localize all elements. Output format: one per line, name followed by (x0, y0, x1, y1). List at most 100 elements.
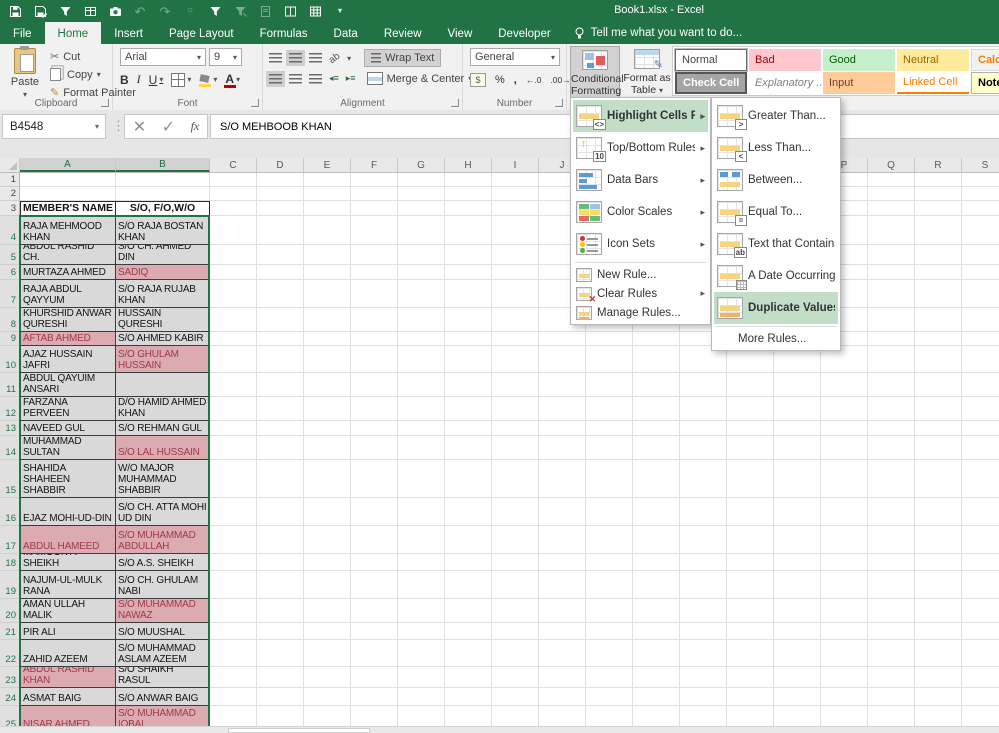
cell-A2[interactable] (20, 187, 116, 201)
cell-B8[interactable]: S/O ALTAF HUSSAIN QURESHI (116, 308, 210, 332)
row-header-4[interactable]: 4 (0, 216, 20, 245)
cell-B21[interactable]: S/O MUUSHAL (116, 623, 210, 640)
align-right-button[interactable] (309, 73, 322, 84)
name-box-dropdown-icon[interactable]: ▾ (89, 122, 105, 131)
cell-B7[interactable]: S/O RAJA RUJAB KHAN (116, 280, 210, 308)
cell-A12[interactable]: FARZANA PERVEEN (20, 397, 116, 421)
cell-B19[interactable]: S/O CH. GHULAM NABI (116, 571, 210, 599)
empty-cells-row-14[interactable] (210, 436, 999, 460)
align-top-button[interactable] (269, 53, 282, 63)
redo-icon[interactable]: ↷ (158, 4, 172, 18)
clipboard-dialog-launcher-icon[interactable] (101, 99, 109, 107)
orientation-button[interactable]: ab (327, 50, 342, 65)
empty-cells-row-17[interactable] (210, 526, 999, 554)
tab-file[interactable]: File (0, 22, 45, 44)
cell-B3[interactable]: S/O, F/O,W/O (116, 201, 210, 216)
tab-insert[interactable]: Insert (101, 22, 156, 44)
row-header-6[interactable]: 6 (0, 265, 20, 280)
column-header-S[interactable]: S (962, 158, 999, 172)
cell-B17[interactable]: S/O MUHAMMAD ABDULLAH (116, 526, 210, 554)
cell-B11[interactable] (116, 373, 210, 397)
bottom-scrollbar-strip[interactable] (0, 726, 999, 733)
cell-B14[interactable]: S/O LAL HUSSAIN (116, 436, 210, 460)
style-note[interactable]: Note (971, 72, 999, 94)
row-header-10[interactable]: 10 (0, 346, 20, 373)
cell-A20[interactable]: AMAN ULLAH MALIK (20, 599, 116, 623)
cell-A6[interactable]: MURTAZA AHMED (20, 265, 116, 280)
cell-A11[interactable]: ABDUL QAYUIM ANSARI (20, 373, 116, 397)
column-header-B[interactable]: B (116, 158, 210, 172)
row-header-16[interactable]: 16 (0, 498, 20, 526)
align-bottom-button[interactable] (309, 53, 322, 63)
borders-icon[interactable] (83, 4, 97, 18)
font-size-combo[interactable]: 9 ▾ (209, 48, 242, 66)
tab-view[interactable]: View (435, 22, 486, 44)
cell-A8[interactable]: KHURSHID ANWAR QURESHI (20, 308, 116, 332)
empty-cells-row-22[interactable] (210, 640, 999, 667)
cancel-entry-icon[interactable]: ✕ (133, 117, 146, 137)
save-icon[interactable] (8, 4, 22, 18)
paste-button[interactable]: Paste ▾ (4, 46, 46, 104)
cell-A23[interactable]: ABDUL RASHID KHAN (20, 667, 116, 688)
wrap-text-button[interactable]: Wrap Text (364, 49, 442, 67)
menu-item-between[interactable]: Between... (714, 164, 838, 196)
cell-A3[interactable]: MEMBER'S NAME (20, 201, 116, 216)
camera-icon[interactable] (108, 4, 122, 18)
cell-A4[interactable]: RAJA MEHMOOD KHAN (20, 216, 116, 245)
menu-item-less-than[interactable]: < Less Than... (714, 132, 838, 164)
percent-style-button[interactable]: % (495, 74, 505, 86)
column-header-Q[interactable]: Q (868, 158, 915, 172)
menu-item-clear-rules[interactable]: ✕ Clear Rules ▸ (573, 284, 708, 303)
style-explanatory[interactable]: Explanatory ... (749, 72, 821, 94)
row-header-9[interactable]: 9 (0, 332, 20, 346)
cell-A9[interactable]: AFTAB AHMED (20, 332, 116, 346)
italic-button[interactable]: I (137, 72, 141, 87)
underline-button[interactable]: U ▾ (149, 73, 164, 87)
empty-cells-row-23[interactable] (210, 667, 999, 688)
cell-B22[interactable]: S/O MUHAMMAD ASLAM AZEEM (116, 640, 210, 667)
cell-A5[interactable]: ABDUL RASHID CH. (20, 245, 116, 265)
document-icon[interactable] (258, 4, 272, 18)
borders-button[interactable]: ▾ (171, 72, 191, 87)
empty-cells-row-18[interactable] (210, 554, 999, 571)
bold-button[interactable]: B (120, 73, 129, 87)
split-window-icon[interactable] (283, 4, 297, 18)
increase-decimal-button[interactable]: ←.0 (526, 75, 542, 85)
tab-data[interactable]: Data (321, 22, 371, 44)
cell-A14[interactable]: MUHAMMAD SULTAN (20, 436, 116, 460)
style-neutral[interactable]: Neutral (897, 49, 969, 71)
cell-A24[interactable]: ASMAT BAIG (20, 688, 116, 706)
tab-home[interactable]: Home (44, 22, 102, 44)
tab-formulas[interactable]: Formulas (247, 22, 321, 44)
undo-icon[interactable]: ↶ (133, 4, 147, 18)
row-header-15[interactable]: 15 (0, 460, 20, 498)
column-header-H[interactable]: H (445, 158, 492, 172)
empty-cells-row-9[interactable] (210, 332, 999, 346)
cell-B20[interactable]: S/O MUHAMMAD NAWAZ (116, 599, 210, 623)
cell-B6[interactable]: MUHAMMAD SADIQ (116, 265, 210, 280)
row-header-20[interactable]: 20 (0, 599, 20, 623)
row-header-13[interactable]: 13 (0, 421, 20, 436)
tab-page-layout[interactable]: Page Layout (156, 22, 247, 44)
row-header-2[interactable]: 2 (0, 187, 20, 201)
empty-cells-row-19[interactable] (210, 571, 999, 599)
cell-B4[interactable]: S/O RAJA BOSTAN KHAN (116, 216, 210, 245)
row-header-12[interactable]: 12 (0, 397, 20, 421)
insert-function-icon[interactable]: fx (191, 119, 200, 134)
clear-filter-icon[interactable] (233, 4, 247, 18)
column-header-F[interactable]: F (351, 158, 398, 172)
style-input[interactable]: Input (823, 72, 895, 94)
cell-A16[interactable]: EJAZ MOHI-UD-DIN (20, 498, 116, 526)
row-header-22[interactable]: 22 (0, 640, 20, 667)
style-calculation[interactable]: Calculation (971, 49, 999, 71)
empty-cells-row-10[interactable] (210, 346, 999, 373)
row-header-1[interactable]: 1 (0, 173, 20, 187)
cell-B9[interactable]: S/O AHMED KABIR (116, 332, 210, 346)
cell-B2[interactable] (116, 187, 210, 201)
cell-B12[interactable]: D/O HAMID AHMED KHAN (116, 397, 210, 421)
cell-A10[interactable]: AJAZ HUSSAIN JAFRI (20, 346, 116, 373)
row-header-11[interactable]: 11 (0, 373, 20, 397)
style-bad[interactable]: Bad (749, 49, 821, 71)
cell-B5[interactable]: S/O CH. AHMED DIN (116, 245, 210, 265)
column-header-A[interactable]: A (20, 158, 116, 172)
